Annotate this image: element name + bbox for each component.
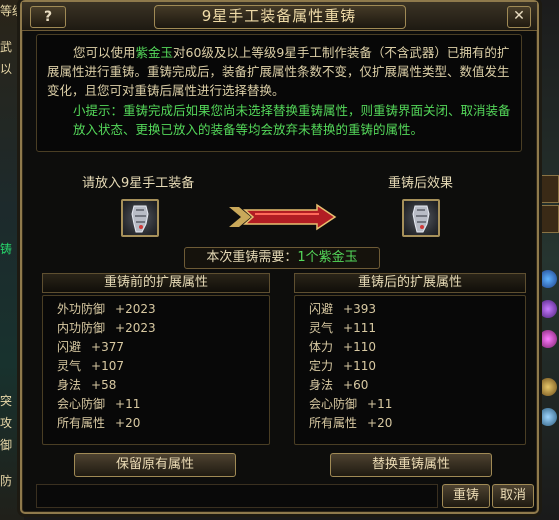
footer-bar bbox=[36, 484, 438, 508]
bg-text: 突 bbox=[0, 394, 13, 408]
attr-name: 所有属性 bbox=[57, 416, 106, 430]
attr-value: +110 bbox=[343, 359, 376, 373]
recast-button[interactable]: 重铸 bbox=[442, 484, 490, 508]
bg-text: 攻 bbox=[0, 416, 13, 430]
bg-text: 铸 bbox=[0, 242, 13, 256]
attr-value: +11 bbox=[115, 397, 141, 411]
attribute-row: 内功防御 +2023 bbox=[57, 319, 156, 338]
bg-text: 武 bbox=[0, 40, 13, 54]
description-box: 您可以使用紫金玉对60级及以上等级9星手工制作装备（不含武器）已拥有的扩展属性进… bbox=[36, 34, 522, 152]
desc-part: 您可以使用 bbox=[73, 45, 136, 60]
bg-text: 以 bbox=[0, 62, 13, 76]
attribute-row: 身法 +60 bbox=[309, 376, 368, 395]
keep-original-button[interactable]: 保留原有属性 bbox=[74, 453, 236, 477]
attr-name: 闪避 bbox=[57, 340, 82, 354]
attr-name: 灵气 bbox=[309, 321, 334, 335]
attribute-row: 所有属性 +20 bbox=[309, 414, 392, 433]
replace-recast-button[interactable]: 替换重铸属性 bbox=[330, 453, 492, 477]
attribute-row: 定力 +110 bbox=[309, 357, 376, 376]
attr-name: 会心防御 bbox=[57, 397, 106, 411]
dialog-title: 9星手工装备属性重铸 bbox=[201, 7, 357, 25]
attr-name: 体力 bbox=[309, 340, 334, 354]
attribute-row: 身法 +58 bbox=[57, 376, 116, 395]
attr-name: 会心防御 bbox=[309, 397, 358, 411]
attr-value: +2023 bbox=[115, 302, 156, 316]
output-slot-label: 重铸后效果 bbox=[388, 176, 454, 191]
arrow-right-icon bbox=[229, 203, 337, 231]
recast-dialog: ? 9星手工装备属性重铸 ✕ 您可以使用紫金玉对60级及以上等级9星手工制作装备… bbox=[20, 0, 539, 514]
bg-text: 御 bbox=[0, 438, 13, 452]
attr-value: +111 bbox=[343, 321, 376, 335]
skill-orb-icon[interactable] bbox=[539, 300, 557, 318]
skill-orb-icon[interactable] bbox=[539, 330, 557, 348]
attribute-row: 体力 +110 bbox=[309, 338, 376, 357]
after-attributes-panel: 闪避 +393 灵气 +111 体力 +110 定力 +110 身法 +60 会心防御 +1… bbox=[294, 295, 526, 445]
attr-name: 身法 bbox=[309, 378, 334, 392]
item-name-highlight: 紫金玉 bbox=[135, 45, 174, 60]
recast-cost: 本次重铸需要：1个紫金玉 bbox=[184, 247, 380, 269]
bg-text: 防 bbox=[0, 474, 13, 488]
attr-name: 所有属性 bbox=[309, 416, 358, 430]
attribute-row: 灵气 +107 bbox=[57, 357, 124, 376]
help-button[interactable]: ? bbox=[30, 6, 66, 28]
attribute-row: 外功防御 +2023 bbox=[57, 300, 156, 319]
gauntlet-icon bbox=[131, 205, 149, 233]
attribute-row: 会心防御 +11 bbox=[309, 395, 392, 414]
gauntlet-icon bbox=[412, 205, 430, 233]
attr-name: 定力 bbox=[309, 359, 334, 373]
title-bar: ? 9星手工装备属性重铸 ✕ bbox=[22, 2, 537, 31]
attr-name: 灵气 bbox=[57, 359, 82, 373]
attribute-row: 闪避 +393 bbox=[309, 300, 376, 319]
before-attributes-panel: 外功防御 +2023 内功防御 +2023 闪避 +377 灵气 +107 身法 +58 … bbox=[42, 295, 270, 445]
attr-value: +20 bbox=[367, 416, 393, 430]
cancel-button[interactable]: 取消 bbox=[492, 484, 534, 508]
skill-orb-icon[interactable] bbox=[539, 270, 557, 288]
attr-value: +107 bbox=[91, 359, 124, 373]
attribute-row: 所有属性 +20 bbox=[57, 414, 140, 433]
after-attributes-header: 重铸后的扩展属性 bbox=[294, 273, 526, 293]
tip-text: 小提示：重铸完成后如果您尚未选择替换重铸属性，则重铸界面关闭、取消装备放入状态、… bbox=[73, 103, 511, 137]
attribute-row: 灵气 +111 bbox=[309, 319, 376, 338]
skill-orb-icon[interactable] bbox=[539, 378, 557, 396]
cost-label: 本次重铸需要： bbox=[206, 250, 298, 265]
attr-value: +2023 bbox=[115, 321, 156, 335]
input-equipment-slot[interactable] bbox=[121, 199, 159, 237]
description-text: 您可以使用紫金玉对60级及以上等级9星手工制作装备（不含武器）已拥有的扩展属性进… bbox=[47, 43, 511, 100]
attr-value: +377 bbox=[91, 340, 124, 354]
attr-value: +20 bbox=[115, 416, 141, 430]
output-equipment-slot bbox=[402, 199, 440, 237]
attr-value: +58 bbox=[91, 378, 117, 392]
side-menu-button[interactable] bbox=[539, 175, 559, 203]
attr-value: +60 bbox=[343, 378, 369, 392]
attribute-row: 闪避 +377 bbox=[57, 338, 124, 357]
attribute-row: 会心防御 +11 bbox=[57, 395, 140, 414]
side-menu-button[interactable] bbox=[539, 205, 559, 233]
attr-value: +11 bbox=[367, 397, 393, 411]
attr-name: 身法 bbox=[57, 378, 82, 392]
cost-item: 1个紫金玉 bbox=[297, 250, 358, 265]
attr-value: +393 bbox=[343, 302, 376, 316]
before-attributes-header: 重铸前的扩展属性 bbox=[42, 273, 270, 293]
attr-value: +110 bbox=[343, 340, 376, 354]
attr-name: 闪避 bbox=[309, 302, 334, 316]
input-slot-label: 请放入9星手工装备 bbox=[82, 176, 195, 191]
attr-name: 内功防御 bbox=[57, 321, 106, 335]
close-button[interactable]: ✕ bbox=[507, 6, 531, 28]
attr-name: 外功防御 bbox=[57, 302, 106, 316]
skill-orb-icon[interactable] bbox=[539, 408, 557, 426]
